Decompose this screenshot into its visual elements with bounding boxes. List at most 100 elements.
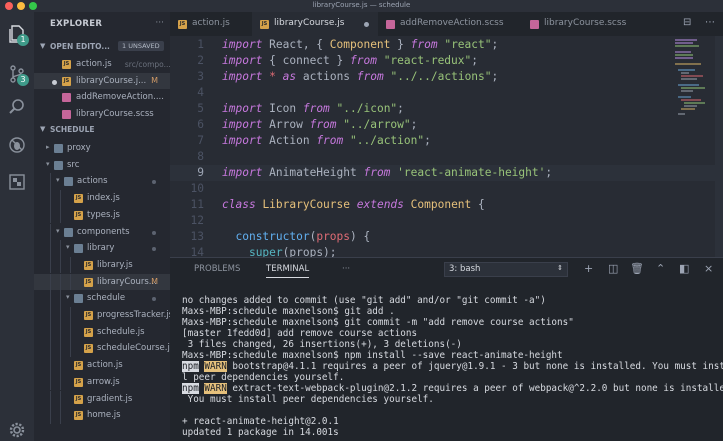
npm-tag: npm <box>182 383 199 394</box>
activity-bar: 1 3 <box>0 12 34 441</box>
file-name: scheduleCourse.js <box>97 343 170 354</box>
file-item[interactable]: JS scheduleCourse.js <box>34 340 170 357</box>
trash-icon[interactable]: 🗑 <box>630 262 644 275</box>
tab-librarycourse-js[interactable]: JS libraryCourse.js <box>252 12 378 36</box>
folder-item[interactable]: ▾ library <box>34 240 170 257</box>
file-item[interactable]: JS library.js <box>34 256 170 274</box>
files-icon[interactable]: 1 <box>7 24 29 46</box>
js-file-icon: JS <box>74 377 83 387</box>
file-item[interactable]: JS action.js <box>34 357 170 374</box>
tab-librarycourse-scss[interactable]: libraryCourse.scss <box>522 12 664 36</box>
code-editor[interactable]: 1 import React, { Component } from "react… <box>170 36 723 257</box>
file-item[interactable]: JS types.js <box>34 206 170 224</box>
indent-guide <box>60 407 61 424</box>
split-editor-icon[interactable]: ⊟ <box>683 17 691 28</box>
extensions-icon[interactable] <box>7 172 27 192</box>
terminal-text: updated 1 package in 14.001s <box>182 427 339 438</box>
maximize-panel-icon[interactable]: ⌃ <box>656 262 665 275</box>
warn-tag: WARN <box>204 361 227 372</box>
js-file-icon: JS <box>62 76 71 86</box>
indent-guide <box>60 323 61 341</box>
editor-tab-bar: JS action.js JS libraryCourse.js addRemoveAc… <box>170 12 723 36</box>
file-name: types.js <box>87 209 120 220</box>
window-title: libraryCourse.js — schedule <box>312 1 411 9</box>
indent-guide <box>50 223 51 240</box>
folder-item[interactable]: ▾ actions <box>34 173 170 190</box>
file-item[interactable]: JS libraryCours... M <box>34 273 170 291</box>
search-icon[interactable] <box>7 97 27 117</box>
tab-problems[interactable]: PROBLEMS <box>194 264 240 274</box>
file-item[interactable]: JS home.js <box>34 407 170 424</box>
tab-terminal[interactable]: TERMINAL <box>266 264 310 278</box>
debug-icon[interactable] <box>7 135 27 155</box>
modified-marker: M <box>151 276 158 286</box>
open-editor-item[interactable]: libraryCourse.scsssrc... <box>34 106 170 123</box>
code-line: 13 constructor(props) { <box>190 230 371 243</box>
js-file-icon: JS <box>62 60 71 69</box>
open-editor-item[interactable]: addRemoveAction.... <box>34 89 170 106</box>
terminal-line: l peer dependencies yourself. <box>182 372 344 383</box>
tab-action-js[interactable]: JS action.js <box>170 12 252 36</box>
terminal-line: npm WARN extract-text-webpack-plugin@2.1… <box>182 383 723 394</box>
file-name: library.js <box>97 259 133 270</box>
indent-guide <box>50 307 51 324</box>
terminal-line: You must install peer dependencies yours… <box>182 394 434 405</box>
modified-dot-icon <box>152 180 156 185</box>
file-name: arrow.js <box>87 376 120 387</box>
editor-scrollbar[interactable] <box>715 36 723 257</box>
terminal-select[interactable]: 3: bash ⇕ <box>444 262 568 277</box>
source-control-icon[interactable]: 3 <box>7 64 29 86</box>
terminal-line: + react-animate-height@2.0.1 <box>182 416 339 427</box>
file-item[interactable]: JS arrow.js <box>34 373 170 391</box>
panel-more-icon[interactable]: ··· <box>342 264 350 274</box>
indent-guide <box>50 206 51 224</box>
folder-icon <box>64 227 73 237</box>
explorer-more-icon[interactable]: ··· <box>155 18 164 28</box>
js-file-icon: JS <box>74 394 83 404</box>
terminal-text: l peer dependencies yourself. <box>182 372 345 383</box>
terminal-line: no changes added to commit (use "git add… <box>182 295 546 306</box>
terminal-line: 3 files changed, 26 insertions(+), 3 del… <box>182 339 462 350</box>
file-item[interactable]: JS gradient.js <box>34 390 170 407</box>
open-editor-item[interactable]: JS action.js src/compo... <box>34 56 170 73</box>
code-line: 14 super(props); <box>190 246 337 257</box>
title-bar: libraryCourse.js — schedule <box>0 0 723 12</box>
indent-guide <box>60 206 61 224</box>
file-item[interactable]: JS index.js <box>34 190 170 207</box>
folder-icon <box>54 160 63 170</box>
terminal-text: Maxs-MBP:schedule maxnelson$ git commit … <box>182 317 574 328</box>
open-editor-item[interactable]: JS libraryCourse.j... M <box>34 72 170 89</box>
folder-item[interactable]: ▾ src <box>34 157 170 174</box>
indent-guide <box>50 190 51 207</box>
terminal-text: + react-animate-height@2.0.1 <box>182 416 339 427</box>
file-item[interactable]: JS progressTracker.js <box>34 307 170 324</box>
indent-guide <box>60 340 61 357</box>
terminal-text: no changes added to commit (use "git add… <box>182 295 546 306</box>
indent-guide <box>50 240 51 257</box>
gear-icon[interactable] <box>7 420 27 440</box>
code-line: 6 import Arrow from "../arrow"; <box>197 118 418 131</box>
file-path: src/compo... <box>124 60 170 69</box>
close-panel-icon[interactable]: × <box>704 262 713 275</box>
code-line: 8 <box>197 150 204 163</box>
indent-guide <box>60 307 61 324</box>
folder-item[interactable]: ▸ proxy <box>34 140 170 157</box>
chevron-down-icon: ▾ <box>66 243 70 252</box>
minimap[interactable] <box>675 38 709 118</box>
new-terminal-icon[interactable]: + <box>584 262 593 275</box>
folder-icon <box>74 294 83 304</box>
split-terminal-icon[interactable]: ◫ <box>608 262 618 275</box>
tab-addremoveaction-scss[interactable]: addRemoveAction.scss <box>378 12 522 36</box>
folder-item[interactable]: ▾ components <box>34 223 170 240</box>
open-editors-header[interactable]: ▼ OPEN EDITO... 1 UNSAVED <box>34 40 170 54</box>
toggle-panel-position-icon[interactable]: ◧ <box>679 262 689 275</box>
chevron-updown-icon: ⇕ <box>557 264 563 272</box>
file-item[interactable]: JS schedule.js <box>34 323 170 341</box>
more-actions-icon[interactable]: ⋯ <box>705 17 715 28</box>
terminal-text: [master 1fedd0d] add remove course actio… <box>182 328 418 339</box>
scss-file-icon <box>62 109 71 119</box>
folder-item[interactable]: ▾ schedule <box>34 290 170 307</box>
schedule-header[interactable]: ▼ SCHEDULE <box>34 123 170 137</box>
js-file-icon: JS <box>84 260 93 270</box>
indent-guide <box>70 340 71 357</box>
